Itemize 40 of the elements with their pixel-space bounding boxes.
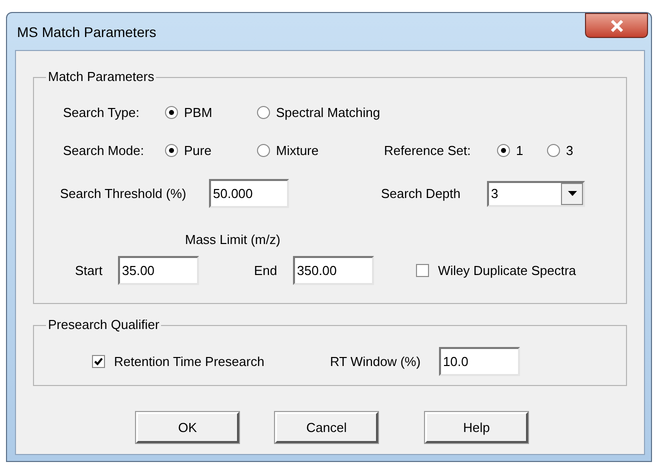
- field-label: Search Threshold (%): [60, 187, 188, 200]
- dialog-button[interactable]: Cancel: [275, 412, 378, 443]
- input-field[interactable]: 35.00: [118, 256, 199, 285]
- radio-label: Pure: [184, 144, 212, 156]
- field-label: Start: [75, 264, 104, 277]
- radio-button[interactable]: [165, 106, 178, 118]
- radio-button[interactable]: [257, 106, 270, 118]
- close-icon: [610, 20, 624, 32]
- close-button[interactable]: [585, 13, 648, 38]
- radio-button[interactable]: [547, 144, 560, 156]
- field-label: RT Window (%): [330, 355, 422, 368]
- section-label: Mass Limit (m/z): [185, 232, 280, 246]
- radio-label: 3: [566, 144, 574, 156]
- dropdown[interactable]: 3: [487, 180, 585, 206]
- dialog-button[interactable]: Help: [425, 412, 528, 443]
- checkbox[interactable]: [416, 264, 429, 277]
- field-label: Reference Set:: [384, 144, 472, 156]
- caret-icon: [568, 191, 576, 196]
- radio-label: Mixture: [276, 144, 319, 156]
- radio-button[interactable]: [257, 144, 270, 156]
- field-label: End: [254, 264, 278, 277]
- window-title: MS Match Parameters: [17, 24, 156, 38]
- checkbox[interactable]: [92, 355, 105, 368]
- dialog-button[interactable]: OK: [136, 412, 239, 443]
- radio-label: 1: [516, 144, 524, 156]
- field-label: Search Mode:: [63, 144, 145, 156]
- group-title: Presearch Qualifier: [46, 318, 162, 331]
- radio-button[interactable]: [165, 144, 178, 156]
- input-field[interactable]: 50.000: [209, 179, 289, 208]
- input-field[interactable]: 350.00: [293, 256, 374, 285]
- field-label: Search Type:: [63, 106, 140, 118]
- radio-button[interactable]: [497, 144, 510, 156]
- checkbox-label: Retention Time Presearch: [114, 355, 264, 368]
- checkbox-label: Wiley Duplicate Spectra: [438, 264, 576, 277]
- input-field[interactable]: 10.0: [439, 347, 520, 376]
- field-label: Search Depth: [381, 187, 462, 200]
- group-title: Match Parameters: [46, 70, 156, 83]
- dropdown-arrow-button[interactable]: [561, 182, 583, 204]
- radio-label: PBM: [184, 106, 212, 118]
- radio-label: Spectral Matching: [276, 106, 380, 118]
